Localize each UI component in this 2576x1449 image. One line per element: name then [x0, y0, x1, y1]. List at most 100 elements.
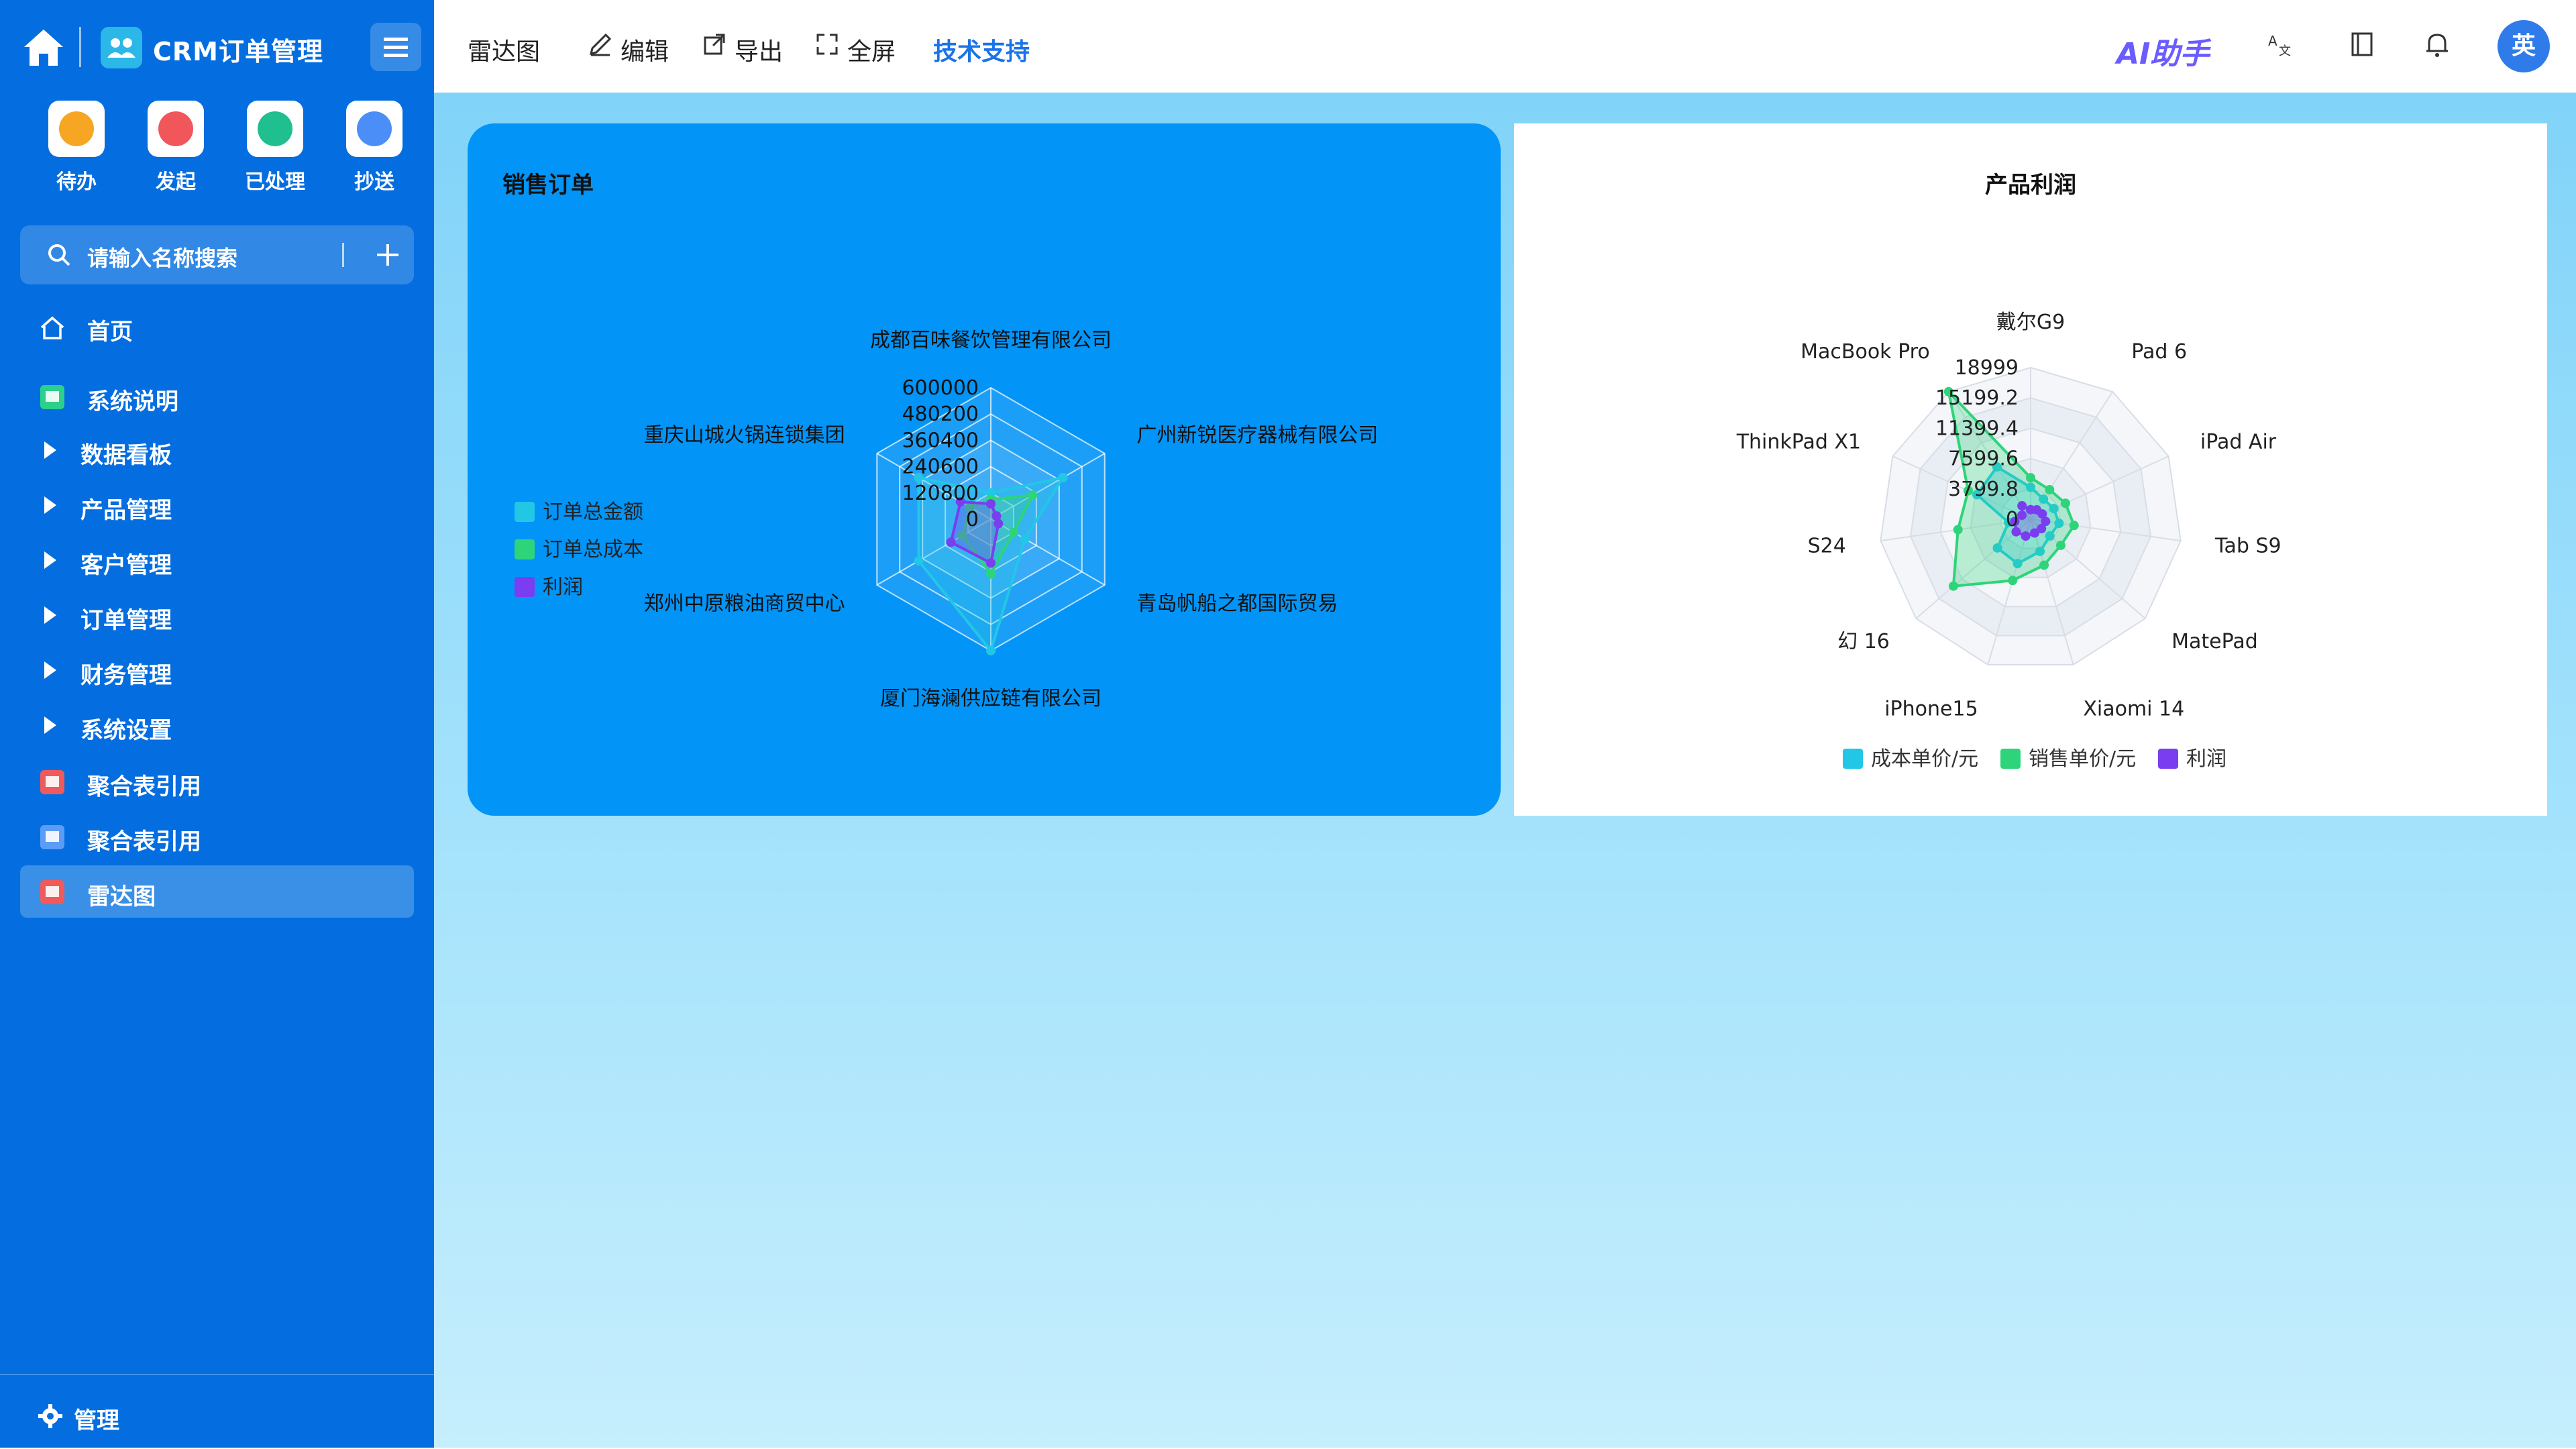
data-point[interactable]	[2069, 521, 2079, 531]
menu-toggle-button[interactable]	[370, 23, 421, 71]
axis-tick-label: 18999	[1955, 356, 2019, 380]
avatar[interactable]: 英	[2498, 20, 2550, 72]
data-point[interactable]	[1020, 534, 1030, 544]
legend-swatch[interactable]	[515, 577, 535, 597]
legend-label[interactable]: 销售单价/元	[2029, 747, 2136, 771]
axis-tick-label: 3799.8	[1948, 478, 2019, 501]
ai-assistant-button[interactable]: AI助手	[2116, 30, 2209, 72]
axis-tick-label: 0	[966, 508, 979, 531]
sidebar-item-0[interactable]: 首页	[20, 301, 414, 353]
axis-tick-label: 11399.4	[1935, 417, 2019, 440]
sidebar-item-10[interactable]: 雷达图	[20, 865, 414, 918]
data-point[interactable]	[1058, 472, 1068, 482]
sidebar-footer[interactable]: 管理	[0, 1374, 434, 1449]
legend-swatch[interactable]	[515, 502, 535, 522]
legend-label[interactable]: 成本单价/元	[1871, 747, 1978, 771]
indicator-label: 厦门海澜供应链有限公司	[880, 687, 1102, 710]
legend-swatch[interactable]	[515, 539, 535, 559]
indicator-label: 戴尔G9	[1996, 311, 2065, 334]
sidebar-item-1[interactable]: 系统说明	[20, 370, 414, 423]
indicator-label: 郑州中原粮油商贸中心	[644, 592, 845, 616]
data-point[interactable]	[2017, 511, 2027, 521]
data-point[interactable]	[986, 646, 996, 655]
quick-action-1[interactable]: 发起	[129, 101, 223, 195]
chart-icon	[38, 767, 67, 797]
check-doc-icon	[247, 101, 303, 157]
svg-text:A: A	[2268, 33, 2277, 49]
data-point[interactable]	[914, 556, 924, 566]
sidebar-item-label: 订单管理	[80, 607, 172, 634]
data-point[interactable]	[1028, 490, 1038, 500]
legend-label[interactable]: 利润	[543, 576, 583, 599]
doc-a-icon	[38, 382, 67, 412]
legend-label[interactable]: 订单总金额	[543, 500, 643, 524]
sidebar-header: CRM订单管理	[0, 0, 434, 94]
sidebar-item-5[interactable]: 订单管理	[20, 589, 414, 641]
data-point[interactable]	[2060, 498, 2070, 508]
home-icon[interactable]	[20, 24, 67, 71]
axis-tick-label: 480200	[902, 402, 979, 426]
export-button[interactable]: 导出	[735, 32, 783, 67]
sidebar-item-6[interactable]: 财务管理	[20, 644, 414, 696]
edit-button[interactable]: 编辑	[621, 32, 669, 67]
sidebar-item-label: 客户管理	[80, 552, 172, 579]
legend-swatch[interactable]	[2158, 749, 2178, 769]
sidebar-item-7[interactable]: 系统设置	[20, 699, 414, 751]
data-point[interactable]	[2045, 484, 2055, 494]
data-point[interactable]	[2017, 500, 2027, 511]
quick-action-label: 抄送	[354, 170, 394, 194]
manage-link[interactable]: 管理	[74, 1402, 119, 1435]
sidebar: CRM订单管理 待办 发起 已处理 抄送 请输入名称搜索 首页系统说明 数据看板产品管理…	[0, 0, 434, 1448]
data-point[interactable]	[946, 537, 956, 547]
legend-swatch[interactable]	[2000, 749, 2021, 769]
indicator-label: S24	[1808, 535, 1846, 558]
quick-action-0[interactable]: 待办	[30, 101, 123, 195]
gear-icon	[38, 1404, 62, 1428]
data-point[interactable]	[2039, 560, 2049, 570]
sidebar-item-8[interactable]: 聚合表引用	[20, 755, 414, 808]
sidebar-item-3[interactable]: 产品管理	[20, 479, 414, 531]
book-icon[interactable]	[2347, 30, 2377, 59]
search-divider	[342, 243, 344, 267]
data-point[interactable]	[2008, 576, 2018, 586]
data-point[interactable]	[986, 569, 996, 579]
fullscreen-button[interactable]: 全屏	[847, 32, 896, 67]
axis-tick-label: 240600	[902, 455, 979, 479]
data-point[interactable]	[1953, 525, 1963, 535]
bell-icon	[48, 101, 105, 157]
data-point[interactable]	[2026, 473, 2035, 483]
data-point[interactable]	[1008, 527, 1018, 537]
translate-icon[interactable]: A文	[2265, 30, 2295, 59]
indicator-label: ThinkPad X1	[1736, 431, 1861, 454]
sales-order-panel: 销售订单 0 120800 240600 360400 480200 600000 成都百味…	[468, 123, 1501, 816]
chart-icon	[38, 877, 67, 907]
support-link[interactable]: 技术支持	[933, 32, 1030, 67]
data-point[interactable]	[994, 519, 1004, 529]
legend-label[interactable]: 利润	[2186, 747, 2226, 771]
data-point[interactable]	[2021, 531, 2031, 541]
indicator-label: iPhone15	[1884, 698, 1978, 721]
quick-action-3[interactable]: 抄送	[327, 101, 421, 195]
data-point[interactable]	[1948, 581, 1958, 591]
indicator-label: iPad Air	[2200, 431, 2277, 454]
legend-swatch[interactable]	[1843, 749, 1863, 769]
data-point[interactable]	[986, 499, 996, 509]
add-icon[interactable]	[369, 236, 407, 274]
app-title: CRM订单管理	[153, 37, 323, 66]
search-icon	[48, 244, 70, 266]
data-point[interactable]	[986, 558, 996, 568]
sidebar-search[interactable]: 请输入名称搜索	[20, 225, 414, 284]
legend-label[interactable]: 订单总成本	[543, 538, 643, 561]
sidebar-item-2[interactable]: 数据看板	[20, 424, 414, 476]
indicator-label: 广州新锐医疗器械有限公司	[1136, 424, 1378, 447]
caret-icon	[44, 606, 56, 624]
quick-action-2[interactable]: 已处理	[228, 101, 322, 195]
sidebar-item-9[interactable]: 聚合表引用	[20, 810, 414, 863]
data-point[interactable]	[2030, 528, 2040, 538]
tab-radar[interactable]: 雷达图	[468, 32, 540, 67]
sidebar-item-label: 产品管理	[80, 497, 172, 524]
sidebar-item-4[interactable]: 客户管理	[20, 534, 414, 586]
data-point[interactable]	[2055, 540, 2065, 550]
search-input[interactable]: 请输入名称搜索	[87, 241, 237, 272]
bell-icon[interactable]	[2422, 30, 2452, 59]
